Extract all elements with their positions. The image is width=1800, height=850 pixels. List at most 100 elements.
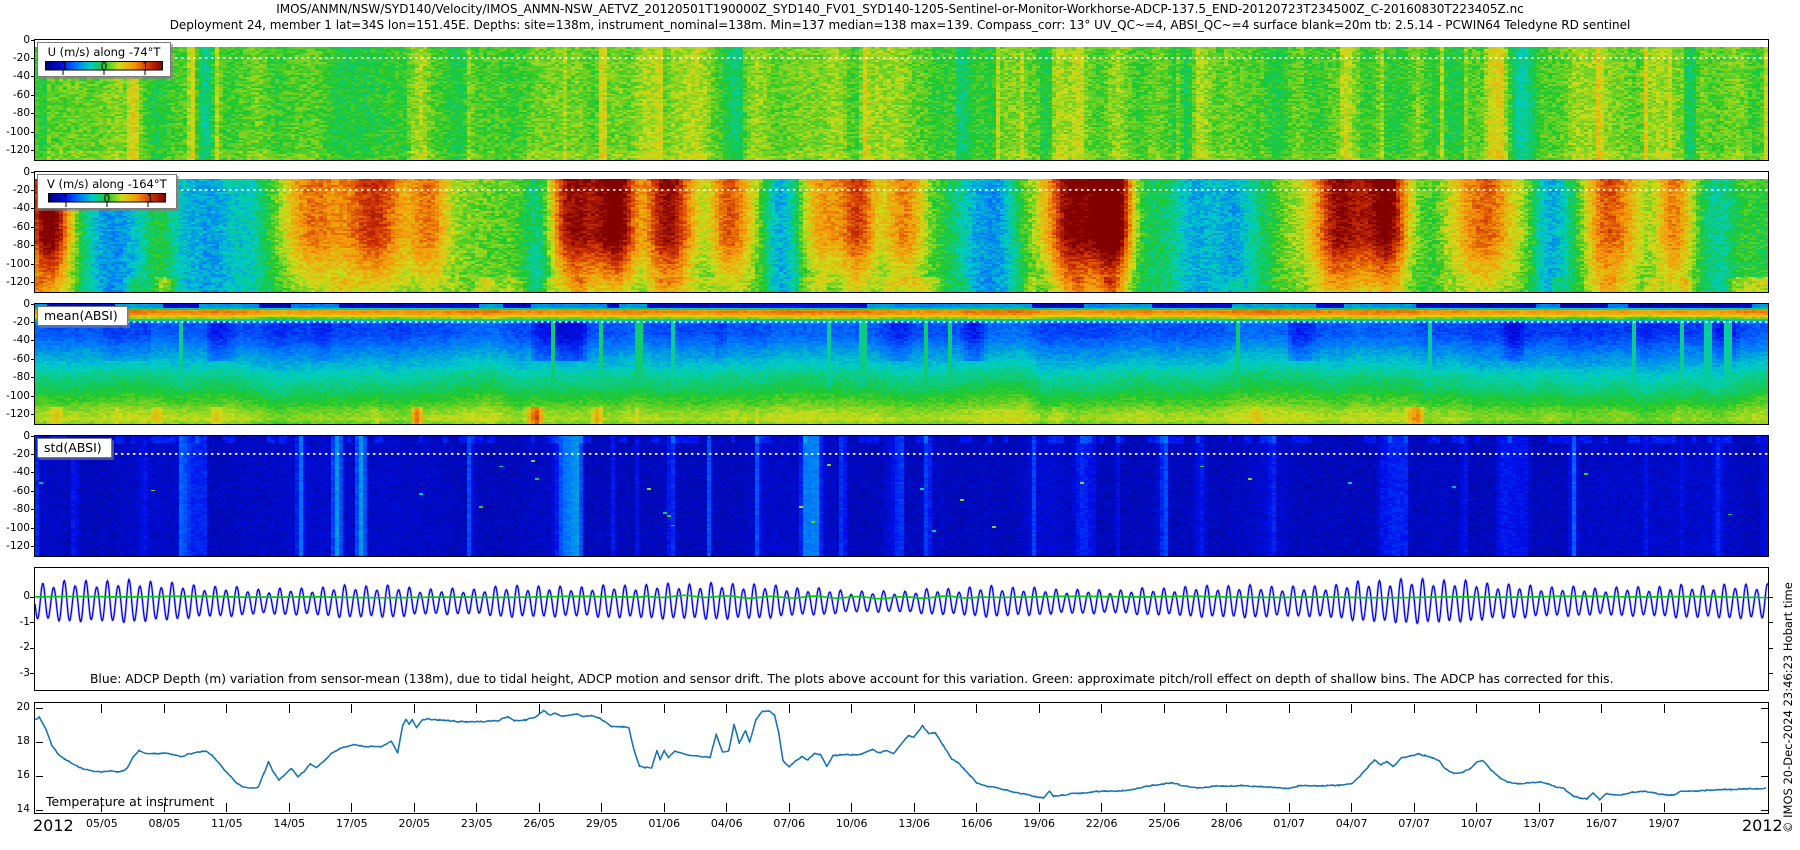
u-velocity-legend: U (m/s) along -74°T -1 0 1 [37,42,171,77]
axis-tickmark [913,704,915,713]
colorbar-tick-label: -1 [58,193,69,205]
axis-tickmark [31,303,35,305]
axis-tick-label: -80 [12,107,30,120]
axis-tick-label: -60 [12,220,30,233]
axis-tickmark [1038,803,1040,812]
axis-tick-label: -2 [19,641,30,653]
axis-tickmark [1538,704,1540,713]
axis-tickmark [31,208,35,210]
axis-tickmark [476,803,478,812]
mean-absi-heatmap [35,304,1768,424]
axis-tickmark [351,704,353,713]
axis-tickmark [30,596,35,598]
year-label-right: 2012 [1742,816,1783,835]
axis-tick-label: -60 [12,484,30,497]
axis-tick-label: 10/07 [1460,817,1493,830]
axis-tickmark [1413,704,1415,713]
axis-tickmark [851,803,853,812]
axis-tickmark [1768,596,1773,598]
axis-tickmark [788,803,790,812]
axis-tick-label: 01/07 [1273,817,1305,830]
axis-tickmark [31,226,35,228]
axis-tickmark [31,546,35,548]
axis-tickmark [1761,809,1768,811]
adcp-qc-dashboard: IMOS/ANMN/NSW/SYD140/Velocity/IMOS_ANMN-… [0,0,1800,850]
axis-tickmark [31,509,35,511]
axis-tickmark [31,453,35,455]
axis-tickmark [663,704,665,713]
copyright-vertical-text: © IMOS 20-Dec-2024 23:46:23 Hobart time [1781,582,1795,833]
axis-tickmark [31,282,35,284]
axis-tickmark [36,741,43,743]
axis-tickmark [31,57,35,59]
axis-tickmark [1663,803,1665,812]
axis-tickmark [726,803,728,812]
axis-tickmark [31,113,35,115]
axis-tick-label: 0 [23,590,30,602]
axis-tick-label: 07/07 [1398,817,1430,830]
axis-tickmark [976,803,978,812]
axis-tickmark [31,189,35,191]
axis-tickmark [601,704,603,713]
axis-tickmark [1163,704,1165,713]
axis-tickmark [31,94,35,96]
axis-tick-label: -120 [6,540,30,553]
colorbar-tick-label: 0 [103,193,111,205]
axis-tickmark [1101,803,1103,812]
axis-tick-label: -40 [12,466,30,479]
axis-tickmark [601,803,603,812]
std-absi-heatmap [35,436,1768,556]
axis-tick-label: 20 [16,701,30,713]
axis-tick-label: 14/05 [273,817,306,830]
temperature-panel [34,702,1769,814]
axis-tick-label: -80 [12,239,30,252]
axis-tickmark [1601,704,1603,713]
axis-tick-label: -20 [12,183,30,196]
axis-tick-label: 26/05 [523,817,556,830]
axis-tick-label: 0 [23,429,30,442]
axis-tick-label: -40 [12,70,30,83]
axis-tickmark [538,704,540,713]
axis-tickmark [31,358,35,360]
axis-tick-label: 0 [23,297,30,310]
axis-tickmark [1761,775,1768,777]
axis-tickmark [288,803,290,812]
axis-tick-label: 14 [16,803,30,815]
axis-tick-label: 16 [16,769,30,781]
axis-tickmark [30,673,35,674]
axis-tick-label: 13/06 [898,817,931,830]
axis-tickmark [851,704,853,713]
axis-tickmark [538,803,540,812]
mean-absi-label: mean(ABSI) [37,306,128,326]
axis-tickmark [1226,704,1228,713]
axis-tickmark [31,435,35,437]
axis-tickmark [1101,704,1103,713]
axis-tick-label: -3 [19,666,30,679]
axis-tickmark [1163,803,1165,812]
axis-tick-label: 04/07 [1335,817,1368,830]
u-colorbar-ticks: -1 0 1 [45,61,163,73]
axis-tickmark [1768,622,1773,623]
axis-tick-label: 05/05 [86,817,118,830]
year-label-left: 2012 [33,816,74,835]
axis-tick-label: 29/05 [585,817,618,830]
axis-tickmark [1351,704,1353,713]
axis-tickmark [31,395,35,397]
page-subtitle: Deployment 24, member 1 lat=34S lon=151.… [169,18,1631,32]
axis-tick-label: 0 [23,165,30,178]
axis-tickmark [163,704,165,713]
axis-tick-label: -100 [6,257,30,270]
axis-tickmark [30,622,35,623]
u-velocity-panel: U (m/s) along -74°T -1 0 1 [34,39,1769,161]
axis-tickmark [31,150,35,152]
page-title: IMOS/ANMN/NSW/SYD140/Velocity/IMOS_ANMN-… [276,2,1524,16]
axis-tick-label: -20 [12,447,30,460]
axis-tickmark [1663,704,1665,713]
axis-tick-label: -60 [12,352,30,365]
axis-tickmark [31,490,35,492]
axis-tickmark [976,704,978,713]
axis-tick-label: 28/06 [1210,817,1243,830]
axis-tickmark [663,803,665,812]
axis-tick-label: -60 [12,88,30,101]
axis-tickmark [31,527,35,529]
